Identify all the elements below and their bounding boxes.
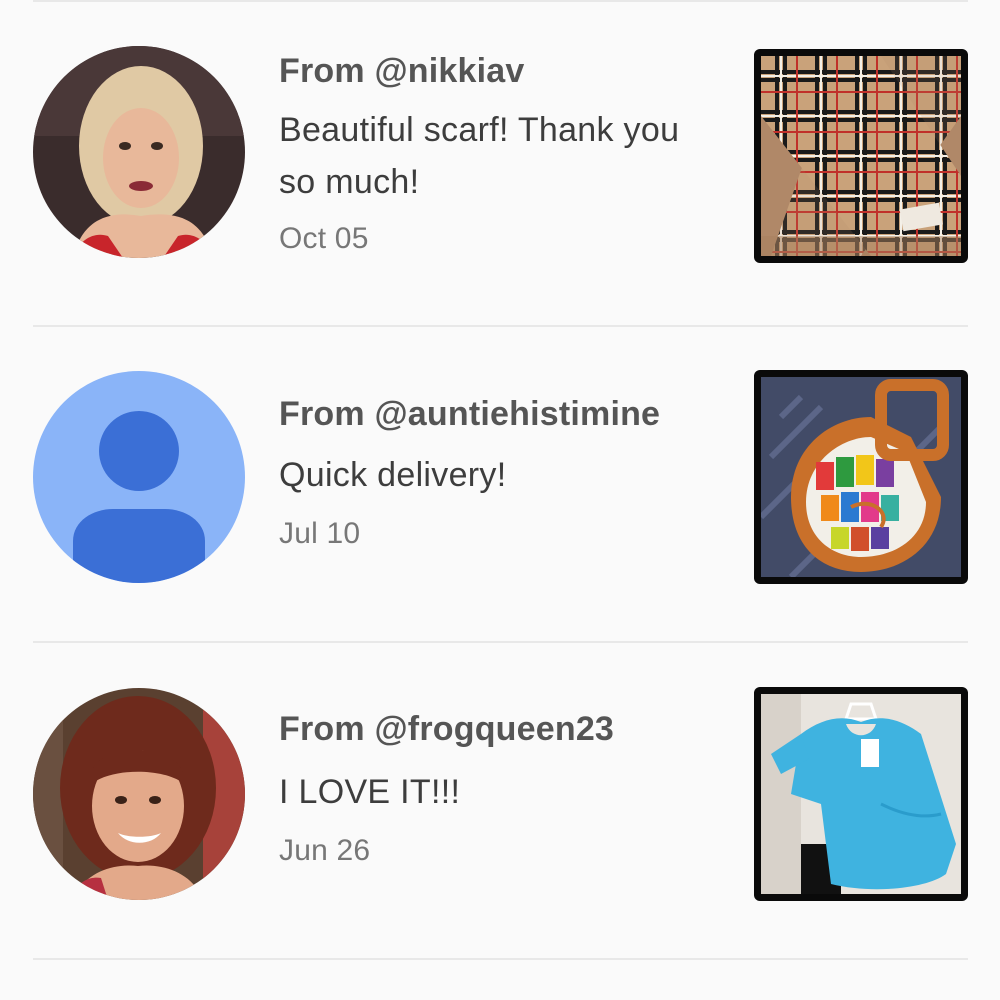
reviewer-username[interactable]: From @frogqueen23 xyxy=(279,710,614,749)
plaid-scarf-photo xyxy=(761,56,961,256)
review-text: Quick delivery! xyxy=(279,456,507,494)
user-avatar[interactable] xyxy=(33,688,245,900)
review-text: Beautiful scarf! Thank you so much! xyxy=(279,111,680,201)
default-person-icon xyxy=(33,371,245,583)
review-date: Oct 05 xyxy=(279,222,369,255)
divider xyxy=(33,0,968,2)
item-thumbnail[interactable] xyxy=(754,370,968,584)
review-date: Jun 26 xyxy=(279,834,371,867)
avatar-photo-nikkiav xyxy=(33,46,245,258)
user-avatar[interactable] xyxy=(33,371,245,583)
avatar-photo-frogqueen23 xyxy=(33,688,245,900)
reviewer-username[interactable]: From @auntiehistimine xyxy=(279,395,660,434)
reviewer-username[interactable]: From @nikkiav xyxy=(279,52,525,91)
review-text: I LOVE IT!!! xyxy=(279,773,461,811)
user-avatar[interactable] xyxy=(33,46,245,258)
review-item[interactable]: From @frogqueen23 I LOVE IT!!! Jun 26 xyxy=(0,682,1000,912)
review-item[interactable]: From @nikkiav Beautiful scarf! Thank you… xyxy=(0,40,1000,270)
review-item[interactable]: From @auntiehistimine Quick delivery! Ju… xyxy=(0,365,1000,595)
item-thumbnail[interactable] xyxy=(754,49,968,263)
divider xyxy=(33,325,968,327)
item-thumbnail[interactable] xyxy=(754,687,968,901)
divider xyxy=(33,958,968,960)
reviews-list: From @nikkiav Beautiful scarf! Thank you… xyxy=(0,0,1000,1000)
review-date: Jul 10 xyxy=(279,517,361,550)
blue-top-photo xyxy=(761,694,961,894)
colorful-handbag-photo xyxy=(761,377,961,577)
divider xyxy=(33,641,968,643)
